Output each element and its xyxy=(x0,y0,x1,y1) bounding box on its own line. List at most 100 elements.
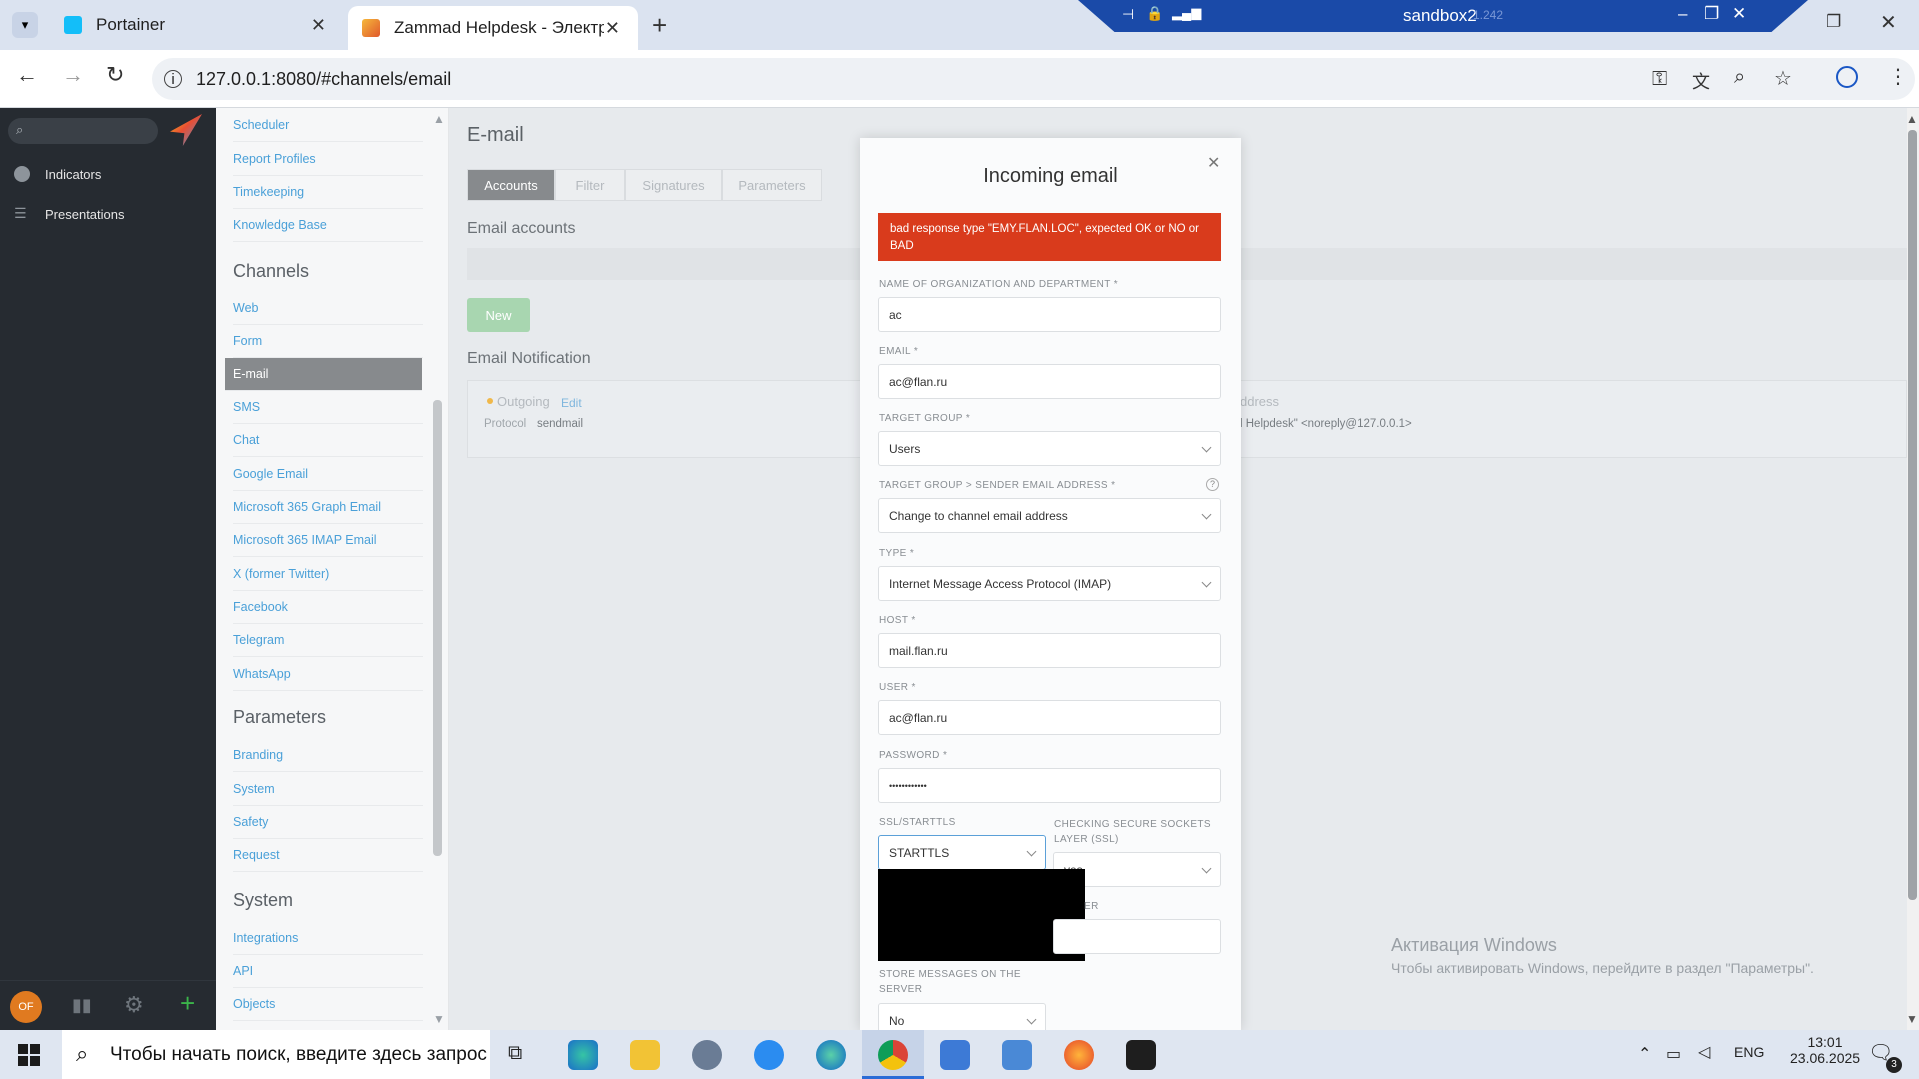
terminal-icon[interactable] xyxy=(1126,1040,1156,1070)
modal-title: Incoming email xyxy=(983,165,1118,187)
menu-item-knowledge-base[interactable]: Knowledge Base xyxy=(233,209,423,242)
menu-item-email[interactable]: E-mail xyxy=(225,358,422,391)
chevron-down-icon xyxy=(1201,577,1212,588)
add-new-icon[interactable]: + xyxy=(180,988,195,1019)
chrome-icon[interactable] xyxy=(878,1040,908,1070)
restore-icon[interactable]: ❐ xyxy=(1704,4,1719,24)
reports-icon[interactable]: ▮▮ xyxy=(72,995,92,1016)
global-search-input[interactable]: ⌕ xyxy=(8,118,158,144)
windows-start-icon[interactable] xyxy=(18,1044,40,1066)
menu-item-chat[interactable]: Chat xyxy=(233,424,423,457)
help-icon[interactable]: ? xyxy=(1206,478,1219,491)
site-info-icon[interactable]: i xyxy=(164,70,182,88)
password-input[interactable]: •••••••••••• xyxy=(878,768,1221,803)
avatar[interactable]: OF xyxy=(10,991,42,1023)
profile-icon[interactable] xyxy=(1836,66,1858,88)
translate-icon[interactable]: 文 xyxy=(1692,68,1710,94)
user-input[interactable]: ac@flan.ru xyxy=(878,700,1221,735)
tab-portainer[interactable]: Portainer ✕ xyxy=(46,0,344,50)
scroll-up-icon[interactable]: ▲ xyxy=(433,112,445,126)
zoom-icon[interactable]: ⌕ xyxy=(1734,66,1745,89)
type-label: TYPE * xyxy=(879,548,915,559)
taskbar-clock[interactable]: 13:01 23.06.2025 xyxy=(1790,1034,1860,1066)
language-indicator[interactable]: ENG xyxy=(1734,1044,1764,1060)
sender-select[interactable]: Change to channel email address xyxy=(878,498,1221,533)
window-restore-icon[interactable]: ❐ xyxy=(1826,12,1841,32)
menu-item-api[interactable]: API xyxy=(233,955,423,988)
volume-icon[interactable]: ◁ xyxy=(1698,1042,1710,1062)
type-select[interactable]: Internet Message Access Protocol (IMAP) xyxy=(878,566,1221,601)
dashboard-icon xyxy=(14,166,30,182)
firefox-icon[interactable] xyxy=(1064,1040,1094,1070)
menu-item-form[interactable]: Form xyxy=(233,325,423,358)
tab-zammad[interactable]: Zammad Helpdesk - Электронн ✕ xyxy=(348,6,638,50)
new-account-button[interactable]: New xyxy=(467,298,530,332)
close-tab-icon[interactable]: ✕ xyxy=(605,18,620,39)
menu-item-request[interactable]: Request xyxy=(233,839,423,872)
page-scroll-down-icon[interactable]: ▼ xyxy=(1906,1012,1918,1026)
page-scroll-up-icon[interactable]: ▲ xyxy=(1906,112,1918,126)
file-explorer-icon[interactable] xyxy=(630,1040,660,1070)
edit-link[interactable]: Edit xyxy=(561,396,582,410)
menu-item-ms365-imap[interactable]: Microsoft 365 IMAP Email xyxy=(233,524,423,557)
menu-item-timekeeping[interactable]: Timekeeping xyxy=(233,176,423,209)
menu-item-report-profiles[interactable]: Report Profiles xyxy=(233,143,423,176)
tab-search-button[interactable]: ▾ xyxy=(12,12,38,38)
forward-icon[interactable]: → xyxy=(62,62,84,88)
menu-item-google-email[interactable]: Google Email xyxy=(233,458,423,491)
host-input[interactable]: mail.flan.ru xyxy=(878,633,1221,668)
menu-item-integrations[interactable]: Integrations xyxy=(233,922,423,955)
taskbar-search-input[interactable]: ⌕ Чтобы начать поиск, введите здесь запр… xyxy=(62,1030,490,1079)
tray-expand-icon[interactable]: ⌃ xyxy=(1638,1044,1651,1064)
org-input[interactable]: ac xyxy=(878,297,1221,332)
modal-close-icon[interactable]: ✕ xyxy=(1207,153,1220,173)
minimize-icon[interactable]: – xyxy=(1678,4,1687,24)
scroll-down-icon[interactable]: ▼ xyxy=(433,1012,445,1026)
nav-item-indicators[interactable]: Indicators xyxy=(0,154,216,194)
tab-parameters[interactable]: Parameters xyxy=(722,169,822,201)
menu-item-sms[interactable]: SMS xyxy=(233,391,423,424)
menu-item-system[interactable]: System xyxy=(233,773,423,806)
menu-item-telegram[interactable]: Telegram xyxy=(233,624,423,657)
window-close-icon[interactable]: ✕ xyxy=(1880,10,1897,35)
task-view-icon[interactable]: ⧉ xyxy=(508,1042,522,1065)
pin-icon[interactable]: ⊣ xyxy=(1122,6,1134,23)
menu-item-scheduler[interactable]: Scheduler xyxy=(233,109,423,142)
menu-item-ms365-graph[interactable]: Microsoft 365 Graph Email xyxy=(233,491,423,524)
menu-item-web[interactable]: Web xyxy=(233,292,423,325)
menu-item-twitter[interactable]: X (former Twitter) xyxy=(233,558,423,591)
settings-app-icon[interactable] xyxy=(692,1040,722,1070)
settings-menu-scrollbar[interactable] xyxy=(433,400,442,856)
group-select[interactable]: Users xyxy=(878,431,1221,466)
menu-item-branding[interactable]: Branding xyxy=(233,739,423,772)
password-key-icon[interactable]: ⚿ xyxy=(1652,68,1667,91)
network-app-icon[interactable] xyxy=(1002,1040,1032,1070)
remote-desktop-icon[interactable] xyxy=(940,1040,970,1070)
new-tab-button[interactable]: + xyxy=(652,10,667,41)
page-scroll-thumb[interactable] xyxy=(1908,130,1917,900)
edge-icon[interactable] xyxy=(568,1040,598,1070)
close-tab-icon[interactable]: ✕ xyxy=(311,15,326,36)
edge-beta-icon[interactable] xyxy=(816,1040,846,1070)
menu-item-objects[interactable]: Objects xyxy=(233,988,423,1021)
tab-filter[interactable]: Filter xyxy=(555,169,625,201)
address-bar[interactable]: i 127.0.0.1:8080/#channels/email xyxy=(152,58,1915,100)
close-icon[interactable]: ✕ xyxy=(1732,4,1746,24)
network-icon[interactable]: ▭ xyxy=(1666,1044,1681,1064)
email-input[interactable]: ac@flan.ru xyxy=(878,364,1221,399)
email-notification-heading: Email Notification xyxy=(467,350,591,367)
menu-dots-icon[interactable]: ⋮ xyxy=(1888,64,1908,89)
tab-signatures[interactable]: Signatures xyxy=(625,169,722,201)
gear-icon[interactable]: ⚙ xyxy=(124,992,144,1018)
back-icon[interactable]: ← xyxy=(16,62,38,88)
menu-item-whatsapp[interactable]: WhatsApp xyxy=(233,658,423,691)
bookmark-star-icon[interactable]: ☆ xyxy=(1774,66,1792,91)
ssl-select[interactable]: STARTTLS xyxy=(878,835,1046,870)
menu-item-facebook[interactable]: Facebook xyxy=(233,591,423,624)
folder-input[interactable] xyxy=(1053,919,1221,954)
menu-item-safety[interactable]: Safety xyxy=(233,806,423,839)
reload-icon[interactable]: ↻ xyxy=(106,62,124,88)
docker-icon[interactable] xyxy=(754,1040,784,1070)
nav-item-presentations[interactable]: ☰ Presentations xyxy=(0,194,216,234)
tab-accounts[interactable]: Accounts xyxy=(467,169,555,201)
